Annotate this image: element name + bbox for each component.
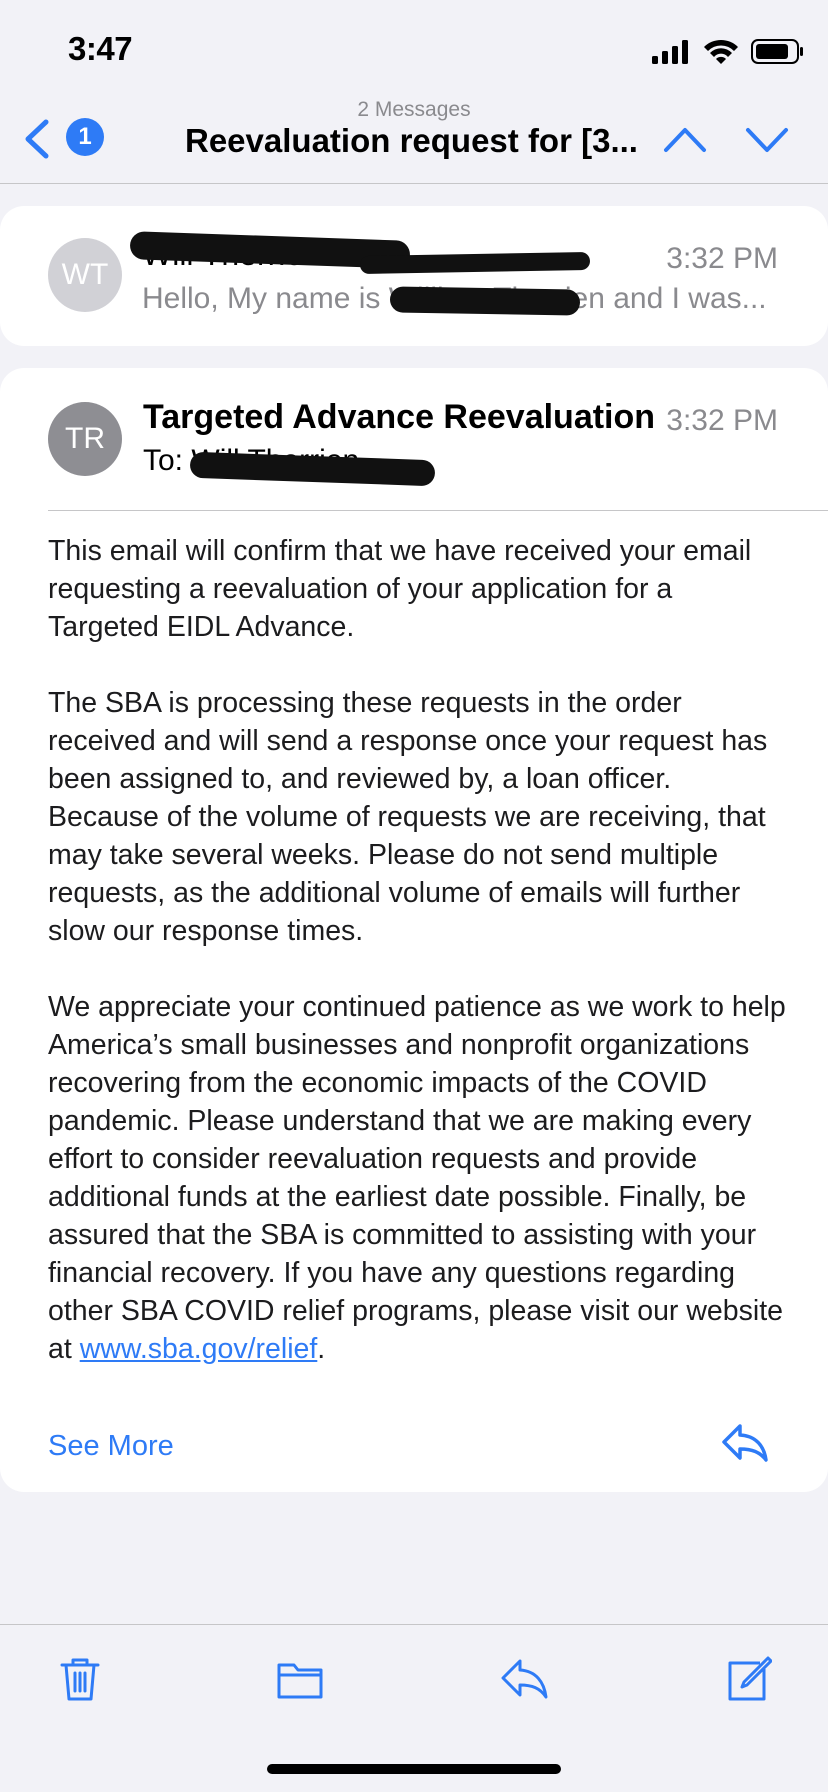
message-card-expanded: TR Targeted Advance Reevaluation 3:32 PM… xyxy=(0,368,828,1492)
battery-icon xyxy=(751,39,803,64)
to-label: To: xyxy=(143,444,184,477)
body-paragraph: This email will confirm that we have rec… xyxy=(48,535,752,643)
compose-icon[interactable] xyxy=(724,1655,772,1703)
sba-relief-link[interactable]: www.sba.gov/relief xyxy=(80,1333,318,1365)
reply-icon[interactable] xyxy=(500,1655,548,1703)
message-card-collapsed[interactable]: WT Will Therrien 3:32 PM Hello, My name … xyxy=(0,206,828,346)
thread-title: Reevaluation request for [3... xyxy=(185,122,638,159)
status-time: 3:47 xyxy=(68,30,133,67)
redaction-mark xyxy=(189,451,436,487)
chevron-up-icon[interactable] xyxy=(662,122,708,156)
message-body: This email will confirm that we have rec… xyxy=(48,532,788,1406)
back-chevron-icon[interactable] xyxy=(22,118,52,160)
body-paragraph: The SBA is processing these requests in … xyxy=(48,687,768,947)
header-divider xyxy=(48,510,828,511)
wifi-icon xyxy=(704,39,738,64)
reply-icon[interactable] xyxy=(720,1422,770,1464)
message-count: 2 Messages xyxy=(357,98,471,121)
message-time: 3:32 PM xyxy=(666,242,778,275)
home-indicator[interactable] xyxy=(267,1764,561,1774)
message-time: 3:32 PM xyxy=(666,404,778,437)
body-text-span: We appreciate your continued patience as… xyxy=(48,991,786,1365)
status-icons xyxy=(652,39,803,64)
sender-name: Targeted Advance Reevaluation xyxy=(143,398,656,436)
nav-bar: 1 2 Messages Reevaluation request for [3… xyxy=(0,96,828,184)
body-text-span: . xyxy=(317,1333,326,1365)
redaction-mark xyxy=(359,251,591,275)
chevron-down-icon[interactable] xyxy=(744,122,790,156)
body-paragraph: We appreciate your continued patience as… xyxy=(48,988,788,1368)
see-more-button[interactable]: See More xyxy=(48,1430,174,1463)
cellular-signal-icon xyxy=(652,40,688,64)
redaction-mark xyxy=(389,286,581,316)
avatar: WT xyxy=(48,238,122,312)
unread-count-badge[interactable]: 1 xyxy=(66,118,104,156)
folder-icon[interactable] xyxy=(276,1655,324,1703)
avatar: TR xyxy=(48,402,122,476)
status-bar: 3:47 xyxy=(0,0,828,96)
trash-icon[interactable] xyxy=(56,1655,104,1703)
